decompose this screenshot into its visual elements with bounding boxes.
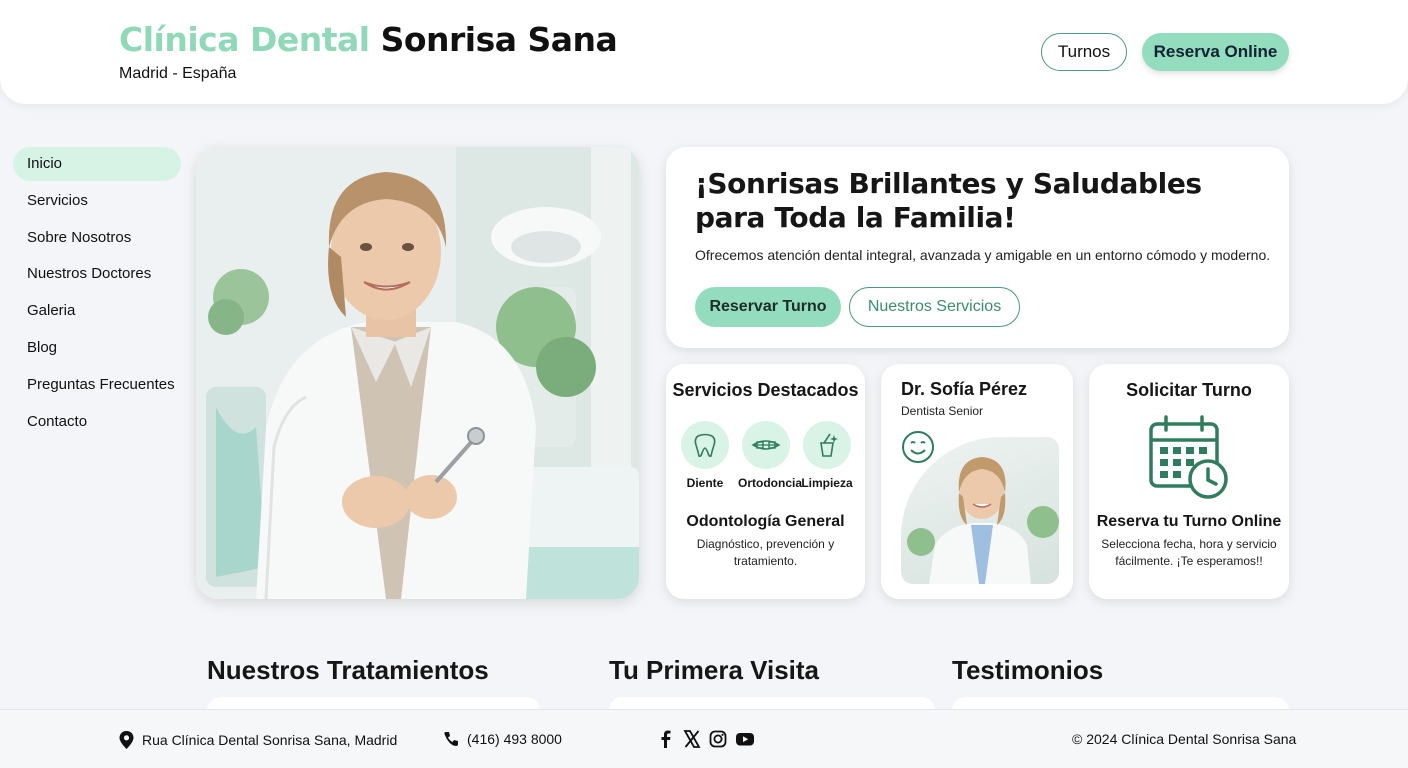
services-card-heading: Odontología General (686, 513, 845, 530)
hero-doctor-photo (196, 147, 639, 599)
social-links (657, 729, 755, 749)
footer-address-text: Rua Clínica Dental Sonrisa Sana, Madrid (142, 732, 398, 748)
doctor-name: Dr. Sofía Pérez (901, 379, 1028, 399)
site-footer: Rua Clínica Dental Sonrisa Sana, Madrid … (0, 709, 1408, 768)
calendar-clock-icon (1149, 415, 1228, 499)
service-ortodoncia[interactable]: Ortodoncia (738, 421, 803, 490)
appointment-card[interactable]: Solicitar Turno Reserva tu Turno Online … (1089, 364, 1289, 599)
sidebar-item-preguntas-frecuentes[interactable]: Preguntas Frecuentes (13, 368, 181, 402)
doctor-card[interactable]: Dr. Sofía Pérez Dentista Senior (881, 364, 1073, 599)
facebook-icon[interactable] (657, 729, 675, 749)
footer-phone-text: (416) 493 8000 (467, 731, 562, 747)
youtube-icon[interactable] (735, 729, 755, 749)
services-card-text: Diagnóstico, prevención y tratamiento. (696, 537, 835, 568)
tooth-icon (681, 421, 729, 469)
sidebar-item-inicio[interactable]: Inicio (13, 147, 181, 181)
section-title-first-visit: Tu Primera Visita (609, 655, 820, 685)
hero-card: ¡Sonrisas Brillantes y Saludables para T… (666, 147, 1289, 348)
sidebar-item-galeria[interactable]: Galeria (13, 294, 181, 328)
sidebar-item-servicios[interactable]: Servicios (13, 184, 181, 218)
location-label: Madrid - España (119, 65, 237, 82)
toothbrush-icon (803, 421, 851, 469)
site-header: Clínica Dental Sonrisa Sana Madrid - Esp… (0, 0, 1408, 104)
brand-name-part2: Sonrisa Sana (380, 20, 618, 59)
nuestros-servicios-button[interactable]: Nuestros Servicios (849, 287, 1020, 327)
hero-title: ¡Sonrisas Brillantes y Saludables para T… (695, 167, 1202, 234)
x-twitter-icon[interactable] (683, 729, 701, 749)
brand-name: Clínica Dental Sonrisa Sana (119, 20, 618, 59)
sidebar-nav: Inicio Servicios Sobre Nosotros Nuestros… (13, 147, 181, 441)
location-pin-icon (119, 731, 134, 749)
service-diente[interactable]: Diente (677, 421, 733, 490)
phone-icon (444, 732, 458, 746)
footer-copyright: © 2024 Clínica Dental Sonrisa Sana (1072, 731, 1297, 747)
reservar-turno-button[interactable]: Reservar Turno (695, 287, 841, 327)
reservar-turno-label: Reservar Turno (709, 298, 827, 315)
section-title-treatments: Nuestros Tratamientos (207, 655, 489, 685)
footer-phone[interactable]: (416) 493 8000 (443, 731, 562, 747)
sidebar-item-nuestros-doctores[interactable]: Nuestros Doctores (13, 257, 181, 291)
services-icon-row: Diente Ortodoncia Limpieza (677, 421, 855, 490)
brand[interactable]: Clínica Dental Sonrisa Sana Madrid - Esp… (119, 20, 618, 83)
smile-icon (902, 431, 934, 463)
doctor-role: Dentista Senior (901, 404, 984, 418)
instagram-icon[interactable] (709, 729, 727, 749)
braces-icon (742, 421, 790, 469)
sidebar-item-blog[interactable]: Blog (13, 331, 181, 365)
service-limpieza[interactable]: Limpieza (799, 421, 855, 490)
doctor-illustration (196, 147, 639, 599)
appointment-card-text: Selecciona fecha, hora y servicio fácilm… (1101, 537, 1277, 568)
hero-subtitle: Ofrecemos atención dental integral, avan… (695, 247, 1271, 263)
sidebar-item-contacto[interactable]: Contacto (13, 405, 181, 439)
reserva-online-button[interactable]: Reserva Online (1142, 33, 1289, 71)
footer-address: Rua Clínica Dental Sonrisa Sana, Madrid (119, 731, 397, 749)
sidebar-item-sobre-nosotros[interactable]: Sobre Nosotros (13, 221, 181, 255)
services-card-title: Servicios Destacados (672, 380, 859, 400)
services-card: Servicios Destacados Diente Ortodoncia L… (666, 364, 865, 599)
service-label-ortodoncia: Ortodoncia (738, 476, 803, 490)
turnos-button[interactable]: Turnos (1041, 33, 1127, 71)
brand-name-part1: Clínica Dental (119, 20, 370, 59)
service-label-limpieza: Limpieza (801, 476, 853, 490)
appointment-card-title: Solicitar Turno (1126, 380, 1252, 400)
service-label-diente: Diente (686, 476, 724, 490)
appointment-card-heading: Reserva tu Turno Online (1096, 513, 1282, 530)
section-title-testimonials: Testimonios (952, 655, 1104, 685)
